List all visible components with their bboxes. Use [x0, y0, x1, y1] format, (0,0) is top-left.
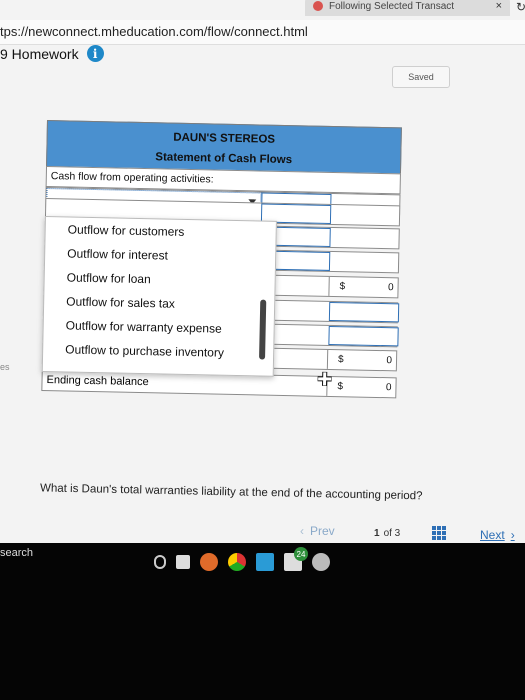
- saved-label: Saved: [408, 72, 434, 82]
- tab-favicon-icon: [313, 1, 323, 11]
- assignment-title: 9 Homework: [0, 45, 79, 62]
- taskbar-icons: 24: [154, 547, 330, 571]
- firefox-icon[interactable]: [200, 553, 218, 571]
- side-fragment: es: [0, 362, 10, 372]
- subtotal-value-1: 0: [387, 282, 394, 294]
- currency-symbol: $: [339, 281, 346, 293]
- address-bar[interactable]: tps://newconnect.mheducation.com/flow/co…: [0, 20, 525, 45]
- currency-symbol: $: [337, 354, 344, 366]
- mail-badge: 24: [294, 547, 308, 561]
- reload-icon[interactable]: ↻: [516, 0, 525, 14]
- question-text: What is Daun's total warranties liabilit…: [39, 482, 423, 503]
- currency-symbol: $: [337, 381, 344, 393]
- account-dropdown-menu: Outflow for customers Outflow for intere…: [41, 215, 277, 377]
- taskbar: search 24: [0, 543, 525, 700]
- browser-tab[interactable]: Following Selected Transact ×: [305, 0, 510, 16]
- page-of-label: of 3: [383, 528, 401, 539]
- mail-icon[interactable]: 24: [284, 547, 308, 571]
- page-indicator: 1 of 3: [374, 528, 400, 539]
- move-cursor-icon: [317, 371, 332, 387]
- dropdown-scrollbar[interactable]: [259, 299, 267, 360]
- next-button[interactable]: Next ›: [480, 528, 515, 542]
- tab-close-icon[interactable]: ×: [496, 0, 502, 12]
- grid-icon[interactable]: [432, 526, 446, 540]
- tab-title: Following Selected Transact: [329, 0, 455, 12]
- prev-label: Prev: [310, 524, 335, 538]
- ending-value: 0: [385, 382, 392, 394]
- info-icon[interactable]: i: [86, 45, 104, 62]
- store-icon[interactable]: [256, 553, 274, 571]
- taskbar-search[interactable]: search: [0, 547, 33, 559]
- chevron-left-icon: ‹: [300, 524, 304, 538]
- microphone-icon[interactable]: [154, 555, 166, 569]
- company-name: DAUN'S STEREOS: [173, 131, 276, 146]
- url-text: tps://newconnect.mheducation.com/flow/co…: [0, 24, 308, 39]
- dropdown-option[interactable]: Outflow to purchase inventory: [43, 337, 273, 366]
- ending-label: Ending cash balance: [46, 374, 149, 389]
- cash-flow-worksheet: DAUN'S STEREOS Statement of Cash Flows C…: [41, 120, 402, 409]
- chrome-icon[interactable]: [228, 553, 246, 571]
- app-icon[interactable]: [312, 553, 330, 571]
- task-view-icon[interactable]: [176, 555, 190, 569]
- amount-input-5[interactable]: [328, 301, 400, 323]
- saved-status: Saved: [392, 66, 450, 88]
- assignment-header: 9 Homework i: [0, 45, 104, 62]
- current-page: 1: [374, 528, 380, 539]
- chevron-right-icon: ›: [510, 528, 515, 542]
- statement-title: Statement of Cash Flows: [155, 151, 293, 167]
- amount-input-6[interactable]: [328, 325, 399, 347]
- section-label: Cash flow from operating activities:: [50, 170, 214, 186]
- prev-button[interactable]: ‹ Prev: [300, 524, 335, 538]
- next-label: Next: [480, 528, 505, 542]
- subtotal-value-2: 0: [386, 355, 393, 367]
